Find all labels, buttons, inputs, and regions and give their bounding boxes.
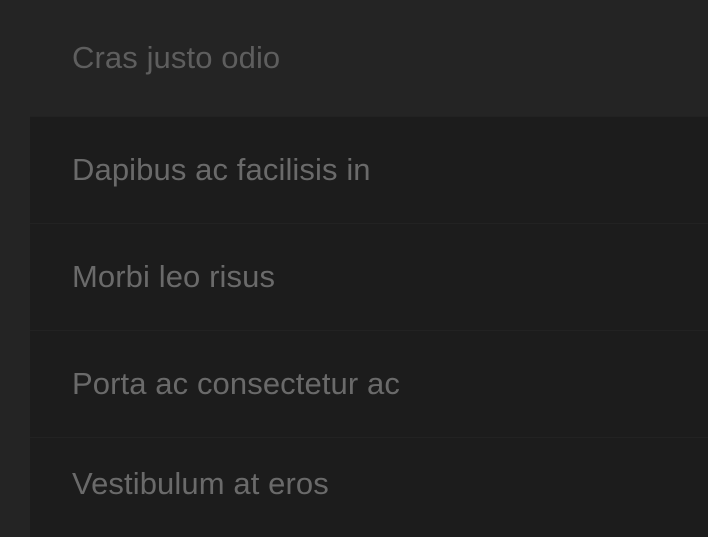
list-item-label: Dapibus ac facilisis in (72, 152, 371, 187)
list-item-label: Cras justo odio (72, 40, 281, 75)
list-item[interactable]: Vestibulum at eros (30, 437, 708, 537)
list-item[interactable]: Dapibus ac facilisis in (30, 116, 708, 223)
list-item-label: Morbi leo risus (72, 259, 276, 294)
list-item[interactable]: Morbi leo risus (30, 223, 708, 330)
list-item-label: Vestibulum at eros (72, 465, 329, 501)
list-item-label: Porta ac consectetur ac (72, 366, 400, 401)
page: Cras justo odio Dapibus ac facilisis in … (0, 0, 708, 537)
list-item[interactable]: Cras justo odio (0, 0, 708, 116)
list-item[interactable]: Porta ac consectetur ac (30, 330, 708, 437)
list-group: Cras justo odio Dapibus ac facilisis in … (0, 0, 708, 537)
